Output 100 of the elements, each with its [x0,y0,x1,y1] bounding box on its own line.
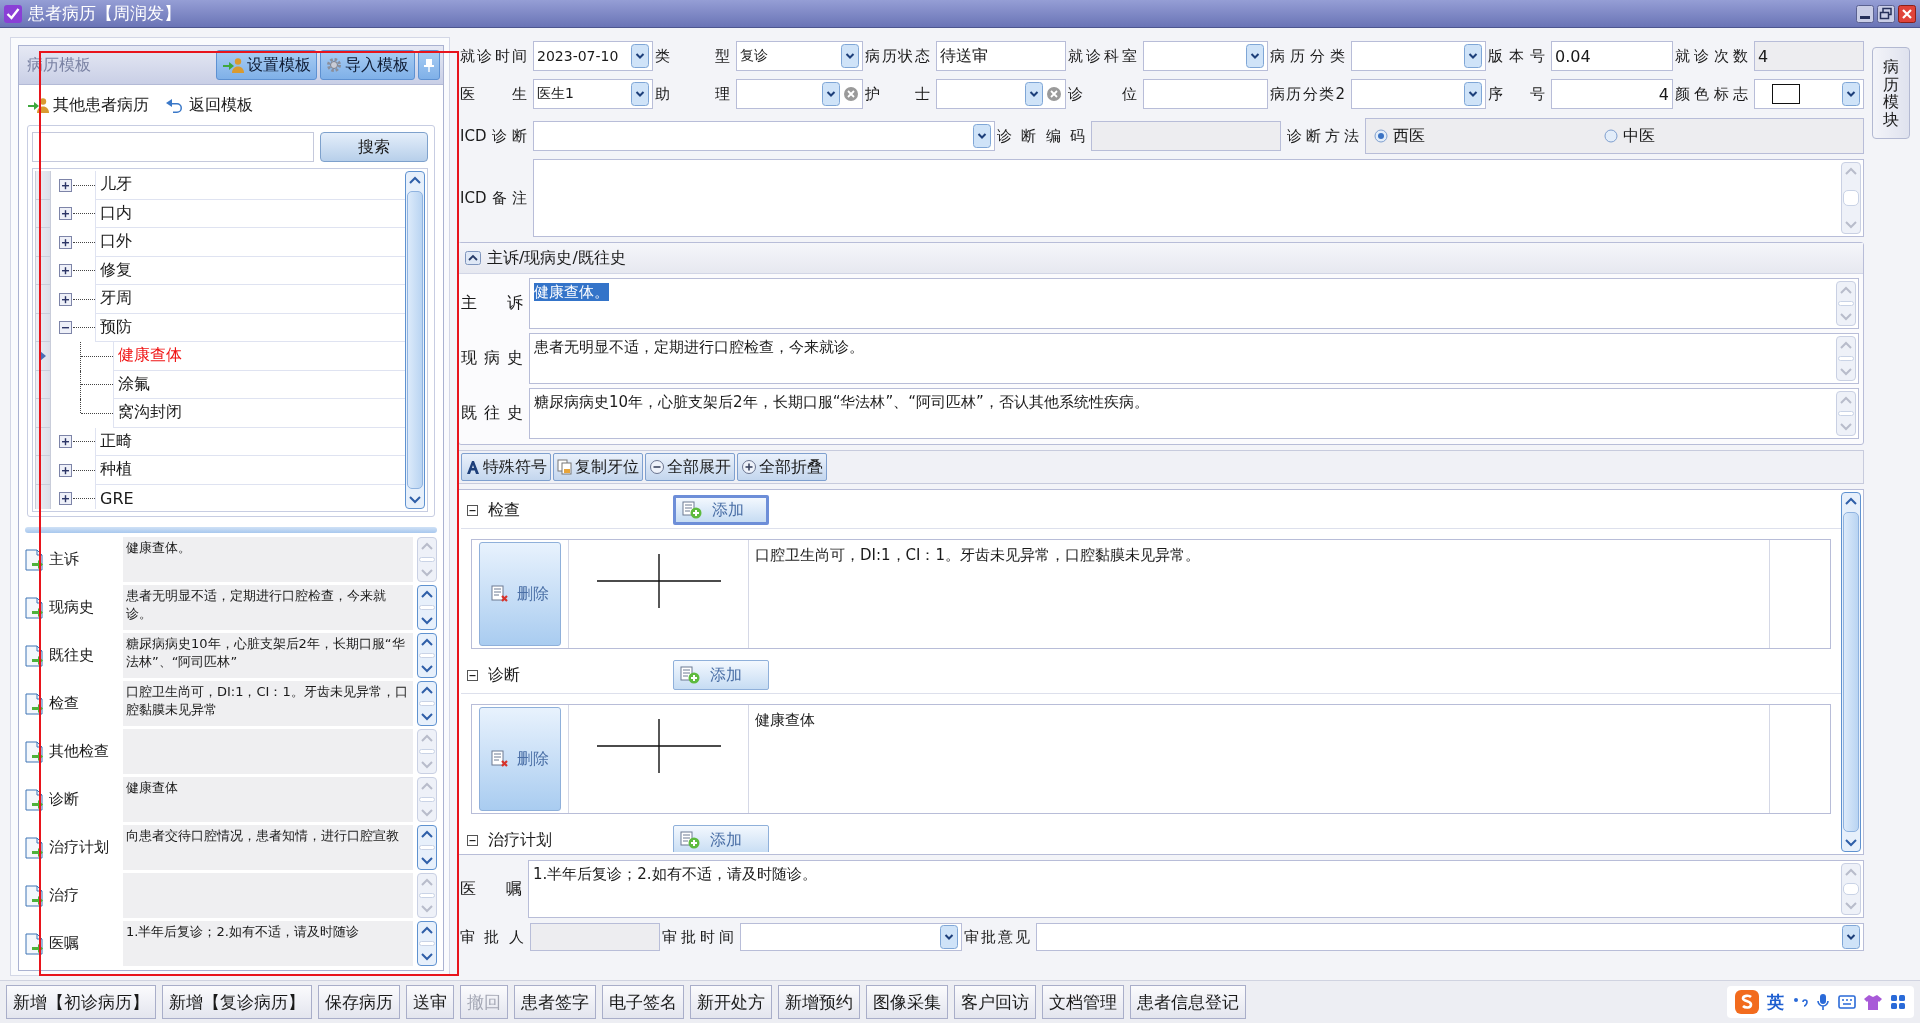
restore-button[interactable] [1877,4,1895,23]
pin-icon[interactable] [424,58,434,72]
tree-item[interactable]: 口外 [95,228,405,257]
scroll-thumb[interactable] [419,893,435,898]
delete-button[interactable]: 删除 [479,707,561,811]
add-button[interactable]: 添加 [673,495,769,525]
text-area[interactable]: 健康查体 [123,777,413,822]
toolbar-button[interactable]: 全部展开 [645,453,735,481]
scroll-thumb[interactable] [407,191,423,489]
text-area[interactable]: 糖尿病病史10年，心脏支架后2年，长期口服“华法林”、“阿司匹林”，否认其他系统性疾病。 [529,388,1859,439]
text-area[interactable]: 1.半年后复诊；2.如有不适，请及时随诊。 [528,860,1864,918]
text-area[interactable]: 患者无明显不适，定期进行口腔检查，今来就诊。 [529,333,1859,384]
apps-grid-icon[interactable] [1890,994,1906,1010]
dropdown-field[interactable] [740,923,962,951]
text-area[interactable]: 口腔卫生尚可，DI:1，CI：1。牙齿未见异常，口腔黏膜未见异常 [123,681,413,726]
search-field[interactable] [32,132,314,162]
scrollbar[interactable] [1841,162,1861,234]
scroll-thumb[interactable] [1838,411,1854,416]
radio-icon[interactable] [1374,129,1388,143]
dropdown-field[interactable] [1351,41,1486,71]
search-button[interactable]: 搜索 [320,132,428,162]
scroll-thumb[interactable] [419,845,435,850]
action-button[interactable]: 保存病历 [318,985,400,1019]
color-picker[interactable] [1754,79,1864,109]
action-button[interactable]: 新增【复诊病历】 [162,985,312,1019]
dropdown-field[interactable] [1351,79,1486,109]
dropdown-field[interactable] [1036,923,1864,951]
action-button[interactable]: 电子签名 [602,985,684,1019]
close-button[interactable] [1898,4,1916,23]
delete-button[interactable]: 删除 [479,542,561,646]
collapse-icon[interactable] [467,669,478,681]
scrollbar[interactable] [405,171,425,509]
tree-item[interactable]: 正畸 [95,427,405,456]
expand-icon[interactable] [59,492,72,506]
text-area[interactable]: 糖尿病病史10年，心脏支架后2年，长期口服“华法林”、“阿司匹林” [123,633,413,678]
action-button[interactable]: 客户回访 [954,985,1036,1019]
scroll-thumb[interactable] [419,797,435,802]
scroll-thumb[interactable] [419,701,435,706]
dropdown-field[interactable]: 复诊 [736,41,863,71]
tree-item[interactable]: 儿牙 [95,171,405,200]
scroll-thumb[interactable] [1843,512,1859,832]
dropdown-field[interactable]: 医生1 [533,79,653,109]
scroll-thumb[interactable] [419,653,435,658]
dropdown-field[interactable]: 2023-07-10 [533,41,653,71]
tree-item[interactable]: 口内 [95,199,405,228]
scrollbar[interactable] [417,777,437,822]
scroll-thumb[interactable] [1838,301,1854,306]
header-button[interactable]: 导入模板 [320,50,415,80]
expand-icon[interactable] [59,292,72,306]
toolbar-link[interactable]: 返回模板 [165,94,253,116]
radio-option[interactable]: 中医 [1604,125,1834,147]
scrollbar[interactable] [417,729,437,774]
scrollbar[interactable] [417,537,437,582]
radio-icon[interactable] [1604,129,1618,143]
action-button[interactable]: 患者信息登记 [1130,985,1246,1019]
scroll-thumb[interactable] [1843,190,1859,206]
tree-item[interactable]: 健康查体 [113,342,405,371]
text-area[interactable]: 1.半年后复诊；2.如有不适，请及时随诊 [123,921,413,966]
action-button[interactable]: 送审 [406,985,454,1019]
tree-item[interactable]: 窝沟封闭 [113,399,405,428]
action-button[interactable]: 图像采集 [866,985,948,1019]
microphone-icon[interactable] [1816,993,1830,1011]
shirt-icon[interactable] [1864,994,1882,1010]
tree-item[interactable]: 预防 [95,313,405,342]
expand-icon[interactable] [59,235,72,249]
scrollbar[interactable] [417,585,437,630]
radio-option[interactable]: 西医 [1374,125,1604,147]
text-area[interactable]: 向患者交待口腔情况，患者知情，进行口腔宣教 [123,825,413,870]
expand-icon[interactable] [59,463,72,477]
action-button[interactable]: 文档管理 [1042,985,1124,1019]
expand-icon[interactable] [59,178,72,192]
scroll-thumb[interactable] [419,605,435,610]
input-field[interactable]: 4 [1551,79,1673,109]
input-field[interactable] [1143,79,1268,109]
scroll-thumb[interactable] [1843,883,1859,895]
collapse-icon[interactable] [467,504,478,516]
scrollbar[interactable] [417,681,437,726]
ime-language-toggle[interactable]: 英 [1767,990,1784,1014]
scrollbar[interactable] [1841,863,1861,915]
ime-logo-icon[interactable] [1735,990,1759,1014]
pin-button[interactable] [418,50,440,80]
header-button[interactable]: 设置模板 [216,50,317,80]
dropdown-field[interactable] [736,79,863,109]
expand-icon[interactable] [59,435,72,449]
add-button[interactable]: 添加 [673,660,769,690]
expand-icon[interactable] [59,207,72,221]
tree-item[interactable]: 修复 [95,256,405,285]
scroll-thumb[interactable] [419,941,435,946]
action-button[interactable]: 新增预约 [778,985,860,1019]
scrollbar[interactable] [417,873,437,918]
scrollbar[interactable] [1841,492,1861,852]
collapse-icon[interactable] [465,251,481,265]
tree-item[interactable]: 种植 [95,456,405,485]
scrollbar[interactable] [417,633,437,678]
scrollbar[interactable] [1836,391,1856,436]
tree-item[interactable]: 牙周 [95,285,405,314]
toolbar-link[interactable]: 其他患者病历 [27,94,149,116]
input-field[interactable]: 0.04 [1551,41,1673,71]
action-button[interactable]: 新开处方 [690,985,772,1019]
scroll-thumb[interactable] [1838,356,1854,361]
